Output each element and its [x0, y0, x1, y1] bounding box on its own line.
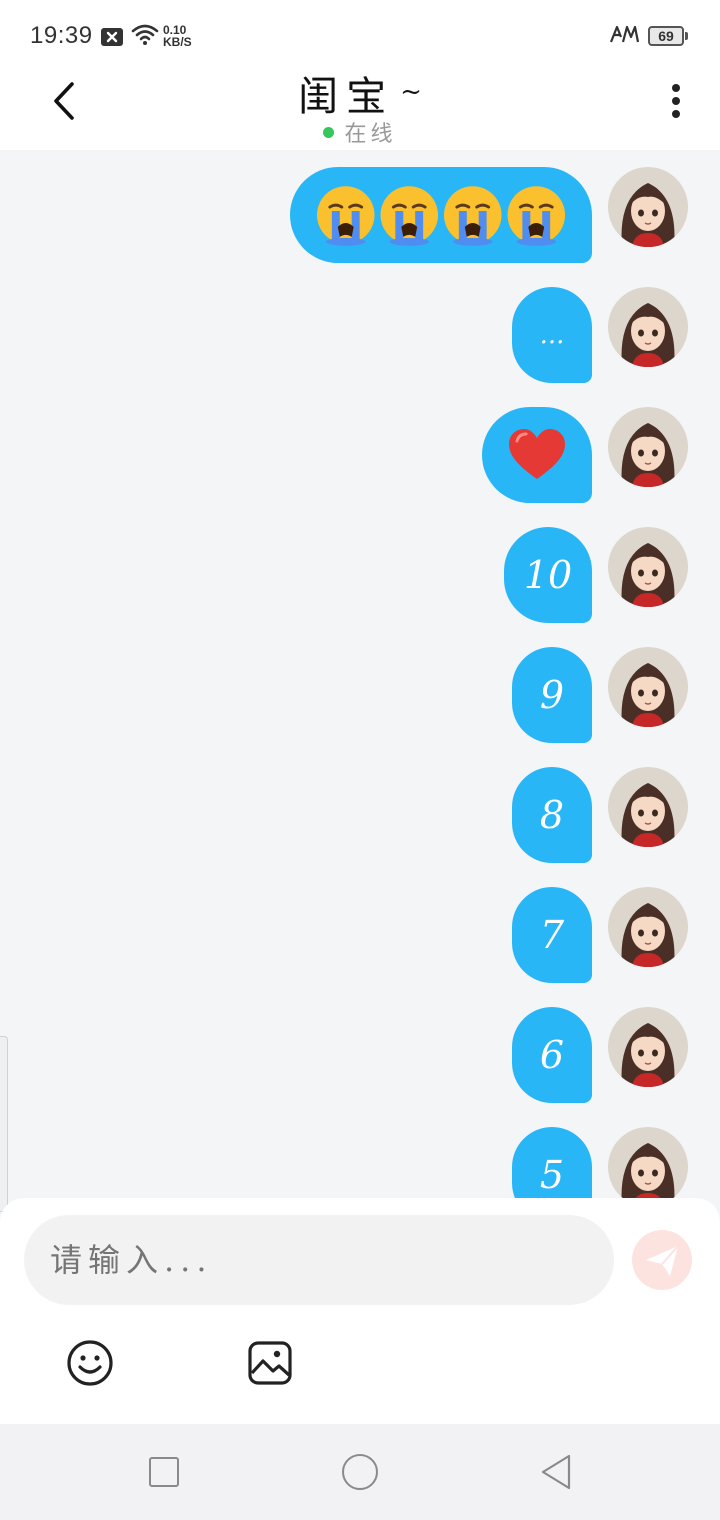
message-bubble[interactable]: 9 [512, 647, 592, 743]
message-row: 9 [0, 630, 720, 743]
wifi-icon [131, 22, 159, 50]
message-bubble[interactable]: 8 [512, 767, 592, 863]
message-text: 7 [539, 913, 565, 957]
send-icon [646, 1245, 679, 1276]
online-dot-icon [323, 127, 335, 138]
message-row: ❤️ [0, 390, 720, 503]
message-bubble[interactable]: 😭😭😭😭 [290, 167, 592, 263]
avatar-illustration [621, 303, 675, 367]
speed-unit: KB/S [163, 35, 192, 49]
avatar-illustration [621, 543, 675, 607]
avatar-illustration [621, 783, 675, 847]
avatar-illustration [621, 423, 675, 487]
emoji-button[interactable] [66, 1339, 114, 1387]
avatar[interactable] [608, 887, 688, 967]
network-speed: 0.10 KB/S [163, 24, 192, 48]
contact-name-suffix: ~ [400, 77, 422, 107]
message-row: 10 [0, 510, 720, 623]
message-input[interactable] [24, 1215, 614, 1305]
message-bubble[interactable]: 7 [512, 887, 592, 983]
smiley-icon [67, 1340, 113, 1386]
avatar-illustration [621, 183, 675, 247]
message-bubble[interactable]: ... [512, 287, 592, 383]
message-text: 10 [523, 553, 573, 597]
message-list[interactable]: 😭😭😭😭 [0, 150, 720, 1200]
send-button[interactable] [632, 1230, 692, 1290]
avatar[interactable] [608, 767, 688, 847]
hd-voice-icon [608, 24, 640, 50]
message-text: 5 [539, 1153, 565, 1197]
contact-name: 闺宝 ~ [0, 64, 720, 122]
message-text: ... [539, 320, 565, 350]
composer [0, 1198, 720, 1424]
message-bubble[interactable]: 5 [512, 1127, 592, 1200]
battery-indicator: 69 [648, 26, 684, 46]
image-button[interactable] [246, 1339, 294, 1387]
avatar-illustration [621, 903, 675, 967]
message-text: 9 [539, 673, 565, 717]
message-row: 7 [0, 870, 720, 983]
message-row: 5 [0, 1110, 720, 1200]
crying-face-emoji-row [316, 184, 567, 247]
recent-apps-icon[interactable] [149, 1457, 179, 1487]
avatar-illustration [621, 1023, 675, 1087]
avatar[interactable] [608, 407, 688, 487]
message-row: 6 [0, 990, 720, 1103]
contact-name-text: 闺宝 [298, 74, 395, 120]
chat-header: 闺宝 ~ 在线 [0, 60, 720, 150]
side-drawer-handle[interactable] [0, 1036, 8, 1212]
image-icon [248, 1341, 292, 1385]
avatar[interactable] [608, 287, 688, 367]
system-nav-bar [0, 1424, 720, 1520]
more-vertical-icon [660, 84, 692, 118]
message-row: ... [0, 270, 720, 383]
message-text: 8 [539, 793, 565, 837]
more-options-button[interactable] [660, 80, 692, 124]
message-bubble[interactable]: ❤️ [482, 407, 592, 503]
avatar-illustration [621, 663, 675, 727]
nav-back-icon[interactable] [538, 1452, 574, 1496]
avatar[interactable] [608, 1127, 688, 1200]
online-status-text: 在线 [344, 122, 397, 147]
message-bubble[interactable]: 6 [512, 1007, 592, 1103]
online-status: 在线 [0, 116, 720, 148]
avatar[interactable] [608, 167, 688, 247]
avatar[interactable] [608, 527, 688, 607]
message-text: 6 [539, 1033, 565, 1077]
heart-icon [509, 429, 565, 479]
message-row: 😭😭😭😭 [0, 150, 720, 263]
avatar-illustration [621, 1143, 675, 1200]
avatar[interactable] [608, 647, 688, 727]
avatar[interactable] [608, 1007, 688, 1087]
notification-x-icon [101, 28, 123, 46]
home-icon[interactable] [342, 1454, 378, 1490]
status-time: 19:39 [30, 22, 93, 49]
message-bubble[interactable]: 10 [504, 527, 592, 623]
message-row: 8 [0, 750, 720, 863]
battery-tip [685, 32, 688, 40]
